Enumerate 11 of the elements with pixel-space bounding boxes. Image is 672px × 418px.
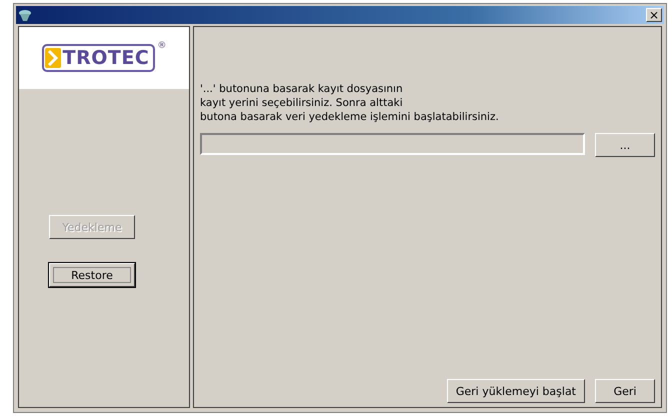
logo-text: TROTEC [62,47,150,69]
sidebar-button[interactable]: Restore [49,263,135,287]
path-field[interactable] [200,133,585,155]
instruction-text: '...' butonuna basarak kayıt dosyasının kayıt yerini seçebilirsiniz. Sonra alttaki butona basarak veri yedekleme işlemini başlatabilirsiniz. [200,82,500,124]
start-restore-button[interactable]: Geri yüklemeyi başlat [446,379,585,403]
arrow-icon [44,48,61,68]
back-button[interactable]: Geri [595,379,655,403]
close-button[interactable]: × [646,8,662,22]
registered-mark: ® [157,41,166,51]
browse-button[interactable]: ... [595,133,655,157]
app-icon [18,8,32,22]
